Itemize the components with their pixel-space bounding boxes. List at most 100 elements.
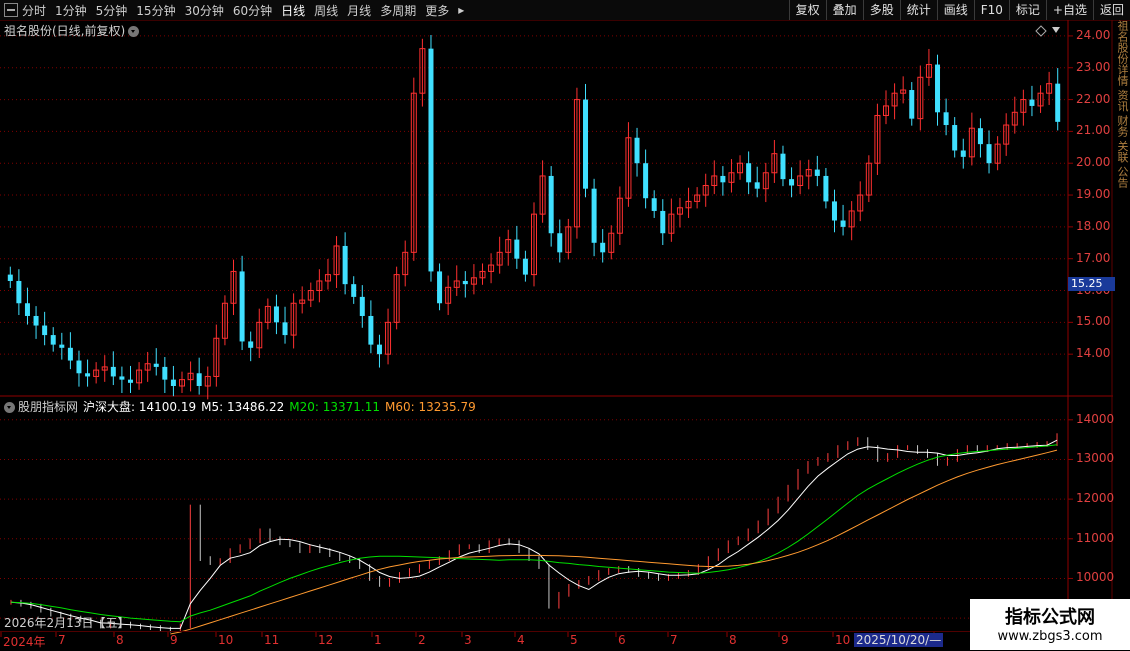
- time-tick-label: 2024年: [3, 635, 46, 649]
- candle-body: [986, 144, 992, 164]
- time-tick-label: 11: [264, 633, 280, 647]
- price-tick-label: 17.00: [1076, 250, 1111, 265]
- candle-body: [24, 303, 30, 316]
- candle-body: [548, 175, 554, 234]
- indicator-source: 股朋指标网: [18, 400, 79, 414]
- candle-body: [823, 175, 829, 202]
- time-tick-label: 12: [318, 633, 334, 647]
- candle-body: [59, 344, 65, 348]
- price-tick-label: 14.00: [1076, 346, 1111, 361]
- candle-body: [273, 306, 279, 323]
- price-tick-label: 21.00: [1076, 123, 1111, 138]
- time-tick-label: 8: [729, 633, 737, 647]
- price-tick-label: 18.00: [1076, 218, 1111, 233]
- candle-body: [153, 363, 159, 367]
- candle-body: [170, 379, 176, 386]
- candle-body: [67, 347, 73, 361]
- candle-body: [600, 242, 606, 253]
- stock-title: 祖名股份(日线,前复权): [4, 22, 140, 39]
- indicator-tick-label: 13000: [1076, 451, 1115, 466]
- m5-value: M5: 13486.22: [201, 400, 285, 414]
- indicator-tick-label: 10000: [1076, 570, 1115, 585]
- candle-body: [943, 112, 949, 126]
- candle-body: [368, 315, 374, 345]
- chart-canvas[interactable]: [0, 0, 1130, 650]
- candle-body: [50, 335, 56, 345]
- time-tick-label: 9: [781, 633, 789, 647]
- candle-body: [720, 175, 726, 183]
- watermark-title: 指标公式网: [1005, 607, 1095, 628]
- candle-body: [16, 280, 22, 304]
- candle-body: [952, 125, 958, 151]
- candle-body: [746, 163, 752, 183]
- candle-body: [780, 153, 786, 180]
- candle-body: [522, 258, 528, 275]
- watermark-logo: 指标公式网 www.zbgs3.com: [970, 599, 1130, 650]
- time-tick-label: 7: [670, 633, 678, 647]
- time-tick-label: 5: [570, 633, 578, 647]
- stock-title-text: 祖名股份(日线,前复权): [4, 24, 126, 38]
- m60-value: M60: 13235.79: [385, 400, 476, 414]
- right-side-tabs[interactable]: 祖名股份详情 资讯 财务 关联 公告: [1113, 20, 1130, 630]
- candle-body: [651, 198, 657, 211]
- candle-body: [909, 90, 915, 119]
- candle-body: [1055, 83, 1061, 122]
- candle-body: [42, 325, 48, 336]
- candle-body: [376, 344, 382, 355]
- time-tick-label: 7: [58, 633, 66, 647]
- candle-body: [428, 48, 434, 272]
- diamond-icon: [1035, 25, 1047, 37]
- candle-body: [660, 210, 666, 234]
- candle-body: [840, 220, 846, 227]
- chevron-down-icon[interactable]: [128, 26, 140, 37]
- cursor-date: 2026年2月13日【五】: [4, 616, 130, 630]
- time-tick-label: 8: [116, 633, 124, 647]
- chevron-down-icon[interactable]: [4, 402, 15, 413]
- time-tick-label: 6: [618, 633, 626, 647]
- price-tick-label: 15.00: [1076, 314, 1111, 329]
- candle-body: [76, 360, 82, 374]
- indicator-tick-label: 14000: [1076, 411, 1115, 426]
- candle-body: [789, 179, 795, 186]
- candle-body: [110, 366, 116, 377]
- candle-body: [634, 137, 640, 164]
- current-price-badge: 15.25: [1068, 277, 1115, 291]
- time-tick-label: 4: [517, 633, 525, 647]
- candle-body: [557, 233, 563, 253]
- series-line-m60: [170, 449, 1058, 635]
- candle-body: [514, 239, 520, 259]
- candle-body: [196, 373, 202, 386]
- candle-body: [591, 188, 597, 243]
- time-tick-label: 2: [418, 633, 426, 647]
- time-axis: 2024年7891011121234567891022025/10/20/—: [0, 631, 1070, 651]
- candle-body: [754, 182, 760, 189]
- price-tick-label: 24.00: [1076, 27, 1111, 42]
- candle-body: [282, 322, 288, 336]
- time-tick-label: 9: [170, 633, 178, 647]
- candle-body: [119, 376, 125, 380]
- price-tick-label: 20.00: [1076, 155, 1111, 170]
- price-tick-label: 22.00: [1076, 91, 1111, 106]
- series-line-m5: [10, 439, 1058, 629]
- time-tick-label: 3: [464, 633, 472, 647]
- indicator-tick-label: 11000: [1076, 530, 1115, 545]
- cursor-date-badge: 2025/10/20/—: [854, 633, 944, 647]
- candle-body: [359, 296, 365, 316]
- candle-body: [342, 245, 348, 285]
- candle-body: [643, 163, 649, 199]
- time-tick-label: 10: [835, 633, 851, 647]
- candle-body: [248, 341, 254, 348]
- candle-body: [583, 99, 589, 189]
- candle-body: [239, 271, 245, 342]
- candle-body: [351, 284, 357, 297]
- candle-body: [127, 379, 133, 383]
- watermark-url: www.zbgs3.com: [997, 629, 1103, 644]
- candle-body: [7, 274, 13, 281]
- price-tick-label: 23.00: [1076, 59, 1111, 74]
- time-tick-label: 1: [374, 633, 382, 647]
- candle-body: [33, 315, 39, 326]
- candle-body: [1029, 99, 1035, 106]
- candle-body: [977, 128, 983, 145]
- indicator-header: 股朋指标网 沪深大盘: 14100.19 M5: 13486.22 M20: 1337…: [4, 398, 481, 415]
- candle-body: [960, 150, 966, 157]
